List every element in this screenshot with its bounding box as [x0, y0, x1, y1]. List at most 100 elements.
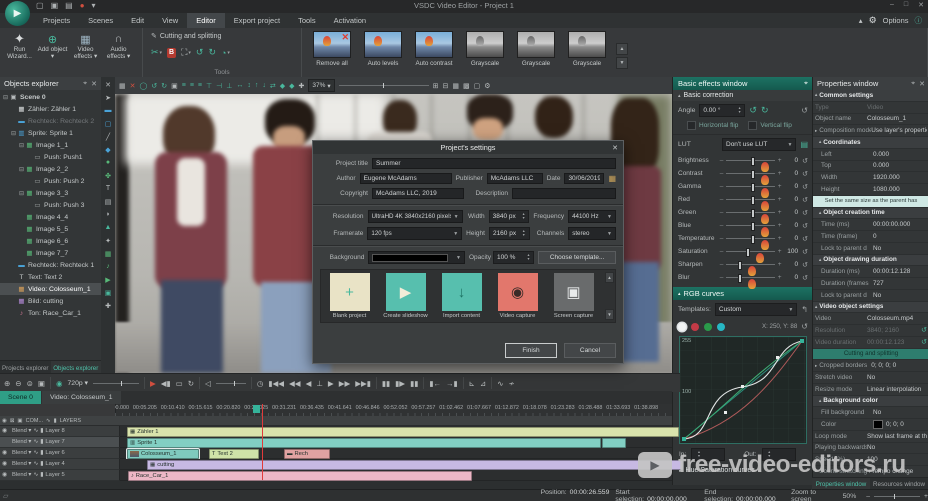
slider-minus-icon[interactable]: – — [718, 196, 725, 203]
ellipse-tool-icon[interactable]: ● — [106, 156, 110, 169]
minimize-button[interactable]: – — [890, 1, 894, 9]
clip-rech[interactable]: ▬Rech — [284, 449, 330, 459]
channel-dot-2[interactable] — [704, 323, 712, 331]
curve-template-select[interactable]: Custom▼ — [715, 303, 797, 316]
basic-correction-section[interactable]: ▴Basic correction — [673, 90, 813, 101]
wave-icon[interactable]: ∿ — [33, 472, 38, 478]
channel-dot-0[interactable] — [678, 323, 686, 331]
tree-item-push-push1[interactable]: ▭Push: Push1 — [0, 151, 101, 163]
close-icon[interactable]: ✕ — [91, 80, 97, 88]
slider-plus-icon[interactable]: + — [776, 274, 783, 281]
align-bottom-icon[interactable]: ⊥ — [226, 82, 232, 90]
slider-minus-icon[interactable]: – — [718, 261, 725, 268]
zoom-slider-thumb[interactable] — [383, 83, 384, 88]
text-tool-icon[interactable]: T — [106, 182, 110, 195]
slider-track[interactable] — [726, 238, 775, 239]
property-row-loop-mode[interactable]: Loop modeShow last frame at the — [813, 431, 928, 443]
property-row-composition-mode[interactable]: ▸Composition modeUse layer's properties — [813, 125, 928, 137]
tree-item-ton-race-car-1[interactable]: ♪Ton: Race_Car_1 — [0, 307, 101, 319]
slider-thumb[interactable] — [751, 235, 755, 244]
clip-z-hler-1[interactable]: ▦Zähler 1 — [127, 427, 679, 437]
slider-plus-icon[interactable]: + — [776, 235, 783, 242]
property-row-object-name[interactable]: Object nameColosseum_1 — [813, 114, 928, 126]
background-color-select[interactable]: ▼ — [368, 251, 465, 264]
camera-icon[interactable]: ▮ — [40, 428, 43, 434]
blend-select[interactable]: Blend ▾ — [12, 472, 31, 478]
tree-item-image-7-7[interactable]: ▦Image 7_7 — [0, 247, 101, 259]
slider-thumb[interactable] — [751, 183, 755, 192]
tree-item-bild-cutting[interactable]: ▦Bild: cutting — [0, 295, 101, 307]
slider-minus-icon[interactable]: – — [718, 222, 725, 229]
tree-item-text-text-2[interactable]: TText: Text 2 — [0, 271, 101, 283]
track-controls[interactable]: Blend ▾∿▮Layer 7 — [0, 437, 120, 448]
pause-icon[interactable]: ▮▮ — [382, 379, 390, 388]
go-start-icon[interactable]: ◀▮ — [161, 379, 171, 388]
maximize-button[interactable]: □ — [904, 1, 908, 9]
horizontal-flip-checkbox[interactable]: Horizontal flip — [687, 121, 738, 130]
reset-icon[interactable]: ↺ — [921, 338, 927, 346]
ribbon-button-audio-effects[interactable]: ∩Audio effects ▾ — [103, 30, 134, 79]
menu-item-export-project[interactable]: Export project — [225, 13, 289, 28]
template-scroll-up-button[interactable]: ▲ — [605, 272, 614, 283]
date-input[interactable] — [564, 173, 604, 184]
slider-reset-icon[interactable]: ↺ — [802, 170, 808, 178]
layers-header-icon[interactable]: ▣ — [17, 418, 22, 424]
slider-plus-icon[interactable]: + — [776, 209, 783, 216]
collapse-ribbon-icon[interactable]: ▴ — [859, 16, 863, 25]
slider-track[interactable] — [726, 251, 775, 252]
blend-select[interactable]: Blend ▾ — [12, 428, 31, 434]
speed-icon[interactable]: ◔▾ — [221, 48, 230, 58]
pin-icon[interactable]: ⌖ — [83, 80, 87, 88]
slider-minus-icon[interactable]: – — [718, 235, 725, 242]
slider-thumb[interactable] — [751, 170, 755, 179]
property-row-duration-frames[interactable]: Duration (frames727 — [813, 278, 928, 290]
add-image-icon[interactable]: ▦ — [105, 247, 112, 260]
channels-select[interactable]: stereo▼ — [568, 227, 616, 240]
zoom-in-icon[interactable]: + — [924, 493, 928, 500]
eye-icon[interactable]: ◉ — [2, 461, 10, 467]
add-video-icon[interactable]: ▶ — [105, 273, 110, 286]
prev-frame-icon[interactable]: ◀ — [306, 379, 312, 388]
ribbon-button-add-object[interactable]: ⊕Add object ▾ — [37, 30, 68, 79]
copyright-input[interactable] — [372, 188, 464, 199]
clip-colosseum-1[interactable]: Colosseum_1 — [127, 449, 199, 459]
property-row-fill-background[interactable]: Fill backgroundNo — [813, 407, 928, 419]
slider-plus-icon[interactable]: + — [776, 183, 783, 190]
selection-start-icon[interactable]: ▮← — [429, 379, 441, 388]
finish-button[interactable]: Finish — [505, 343, 557, 358]
delete-icon[interactable]: ✕ — [130, 82, 136, 90]
curve-icon[interactable]: ∿ — [497, 379, 503, 388]
property-row-time-frame-[interactable]: Time (frame)0 — [813, 231, 928, 243]
camera-icon[interactable]: ▮ — [40, 450, 43, 456]
animation-tool-icon[interactable]: ✦ — [105, 234, 111, 247]
tree-item-rechteck-rechteck-2[interactable]: ▬Rechteck: Rechteck 2 — [0, 115, 101, 127]
slider-thumb[interactable] — [738, 261, 742, 270]
align-center-icon[interactable]: ≡ — [190, 82, 194, 89]
frame-step-icon[interactable]: ▮▶ — [395, 379, 405, 388]
slider-plus-icon[interactable]: + — [776, 222, 783, 229]
property-section-coordinates[interactable]: ▴Coordinates — [813, 137, 928, 149]
prev-scene-icon[interactable]: ◀◀ — [289, 379, 301, 388]
tree-item-z-hler-z-hler-1[interactable]: ▦Zähler: Zähler 1 — [0, 103, 101, 115]
menu-item-edit[interactable]: Edit — [122, 13, 153, 28]
property-row-lock-to-parent-d[interactable]: Lock to parent dNo — [813, 290, 928, 302]
thumb-icon[interactable]: ◆ — [289, 82, 294, 90]
template-create-slideshow[interactable]: ▶Create slideshow — [380, 273, 431, 319]
lock-header-icon[interactable]: ⊠ — [10, 418, 15, 424]
circle-icon[interactable]: ◯ — [140, 82, 148, 90]
property-row-height[interactable]: Height1080.000 — [813, 184, 928, 196]
slider-thumb[interactable] — [738, 274, 742, 283]
track-lane[interactable]: Colosseum_1TText 2▬Rech — [120, 448, 672, 459]
slider-minus-icon[interactable]: – — [718, 183, 725, 190]
menu-item-scenes[interactable]: Scenes — [79, 13, 122, 28]
slider-track[interactable] — [726, 225, 775, 226]
shape-tool-icon[interactable]: ◆ — [105, 143, 110, 156]
tree-expand-icon[interactable]: ⊟ — [10, 130, 17, 137]
slider-plus-icon[interactable]: + — [776, 248, 783, 255]
slider-minus-icon[interactable]: – — [718, 209, 725, 216]
rotate-ccw-button[interactable]: ↺ — [749, 105, 757, 116]
slider-reset-icon[interactable]: ↺ — [802, 261, 808, 269]
description-input[interactable] — [512, 188, 616, 199]
snap-icon[interactable]: ▣ — [171, 82, 178, 90]
tree-expand-icon[interactable]: ⊟ — [18, 166, 25, 173]
